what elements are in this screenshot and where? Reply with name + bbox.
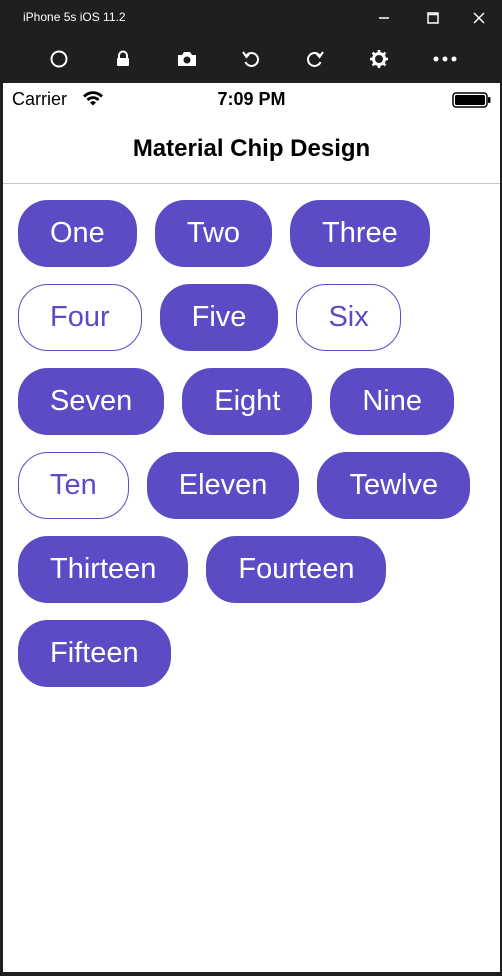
close-icon bbox=[473, 12, 485, 24]
page-title: Material Chip Design bbox=[132, 135, 371, 162]
chip-twelve[interactable]: Tewlve bbox=[317, 452, 471, 519]
chip-five[interactable]: Five bbox=[159, 284, 279, 351]
rotate-left-icon bbox=[242, 51, 259, 67]
chip-four[interactable]: Four bbox=[18, 284, 142, 351]
chip-seven[interactable]: Seven bbox=[18, 368, 165, 435]
maximize-icon bbox=[427, 12, 439, 24]
chip-fifteen[interactable]: Fifteen bbox=[18, 620, 171, 687]
chip-eleven[interactable]: Eleven bbox=[146, 452, 300, 519]
chip-nine[interactable]: Nine bbox=[330, 368, 454, 435]
minimize-icon bbox=[379, 17, 389, 19]
home-button[interactable] bbox=[44, 46, 74, 72]
rotate-right-icon bbox=[307, 51, 324, 67]
chip-two[interactable]: Two bbox=[154, 200, 273, 267]
home-icon bbox=[50, 50, 68, 68]
chip-one[interactable]: One bbox=[18, 200, 137, 267]
rotate-left-button[interactable] bbox=[236, 46, 266, 72]
simulator-toolbar bbox=[0, 36, 502, 83]
phone-screen: Carrier 7:09 PM Material Chip Design One… bbox=[3, 83, 500, 972]
settings-icon bbox=[370, 50, 388, 68]
camera-icon bbox=[178, 52, 196, 66]
status-time: 7:09 PM bbox=[217, 89, 286, 109]
close-button[interactable] bbox=[465, 6, 493, 30]
more-icon bbox=[433, 56, 457, 62]
status-bar: Carrier 7:09 PM bbox=[3, 83, 500, 115]
chip-thirteen[interactable]: Thirteen bbox=[18, 536, 189, 603]
settings-button[interactable] bbox=[364, 46, 394, 72]
navigation-bar: Material Chip Design bbox=[3, 115, 500, 184]
lock-icon bbox=[117, 50, 129, 66]
more-button[interactable] bbox=[430, 46, 460, 72]
chip-eight[interactable]: Eight bbox=[182, 368, 313, 435]
maximize-button[interactable] bbox=[419, 6, 447, 30]
chip-six[interactable]: Six bbox=[296, 284, 401, 351]
window-title: iPhone 5s iOS 11.2 bbox=[23, 10, 126, 24]
chip-ten[interactable]: Ten bbox=[18, 452, 129, 519]
window-titlebar: iPhone 5s iOS 11.2 bbox=[0, 0, 502, 36]
screenshot-button[interactable] bbox=[172, 46, 202, 72]
chip-group: One Two Three Four Five Six Seven Eight … bbox=[18, 200, 488, 687]
chip-fourteen[interactable]: Fourteen bbox=[206, 536, 387, 603]
battery-icon bbox=[452, 92, 491, 108]
chip-three[interactable]: Three bbox=[290, 200, 430, 267]
minimize-button[interactable] bbox=[370, 6, 398, 30]
lock-button[interactable] bbox=[108, 46, 138, 72]
rotate-right-button[interactable] bbox=[300, 46, 330, 72]
